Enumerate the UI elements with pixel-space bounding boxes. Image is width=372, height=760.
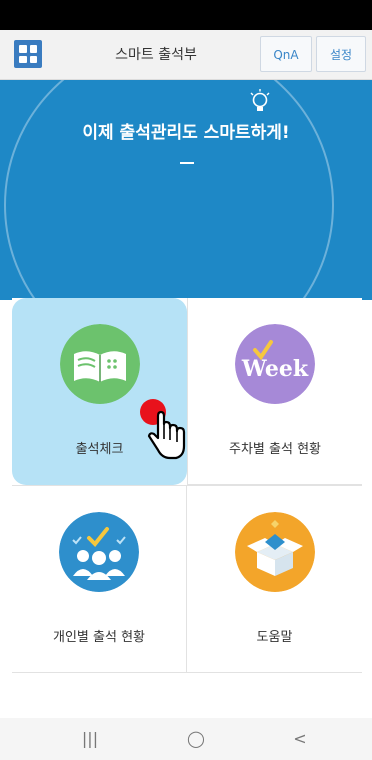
settings-button[interactable]: 설정 (316, 36, 366, 72)
hero-headline: 이제 출석관리도 스마트하게! (82, 123, 290, 143)
menu-divider (12, 672, 362, 673)
people-check-icon (59, 512, 139, 592)
system-nav-bar: ||| ◯ < (0, 718, 372, 760)
lightbulb-icon (250, 89, 270, 111)
grid-cell-icon (19, 55, 27, 63)
open-box-icon (234, 512, 315, 592)
hand-pointer-icon (140, 399, 186, 460)
grid-menu-button[interactable] (14, 40, 42, 68)
week-badge-icon: Week (235, 324, 315, 404)
weekly-status-label: 주차별 출석 현황 (229, 442, 321, 457)
individual-status-label: 개인별 출석 현황 (53, 630, 145, 645)
open-book-icon (59, 324, 140, 404)
hero-circle-decoration (4, 80, 334, 300)
status-bar (0, 0, 372, 30)
grid-cell-icon (19, 45, 27, 53)
hero-banner: 이제 출석관리도 스마트하게! (0, 80, 372, 300)
home-button[interactable]: ◯ (166, 718, 226, 760)
back-button[interactable]: < (270, 718, 330, 760)
grid-cell-icon (29, 55, 37, 63)
help-label: 도움말 (256, 630, 293, 645)
qna-button[interactable]: QnA (260, 36, 312, 72)
main-menu-grid: 출석체크 Week 주차별 출석 현황 개인별 출석 현황 도움말 (12, 298, 362, 673)
help-tile[interactable]: 도움말 (187, 485, 362, 672)
recent-apps-button[interactable]: ||| (60, 718, 120, 760)
hero-divider (180, 162, 194, 164)
grid-cell-icon (29, 45, 37, 53)
svg-text:Week: Week (241, 356, 309, 382)
app-toolbar: 스마트 출석부 QnA 설정 (0, 30, 372, 80)
weekly-status-tile[interactable]: Week 주차별 출석 현황 (187, 298, 362, 485)
page-title: 스마트 출석부 (115, 47, 197, 63)
individual-status-tile[interactable]: 개인별 출석 현황 (12, 485, 187, 672)
